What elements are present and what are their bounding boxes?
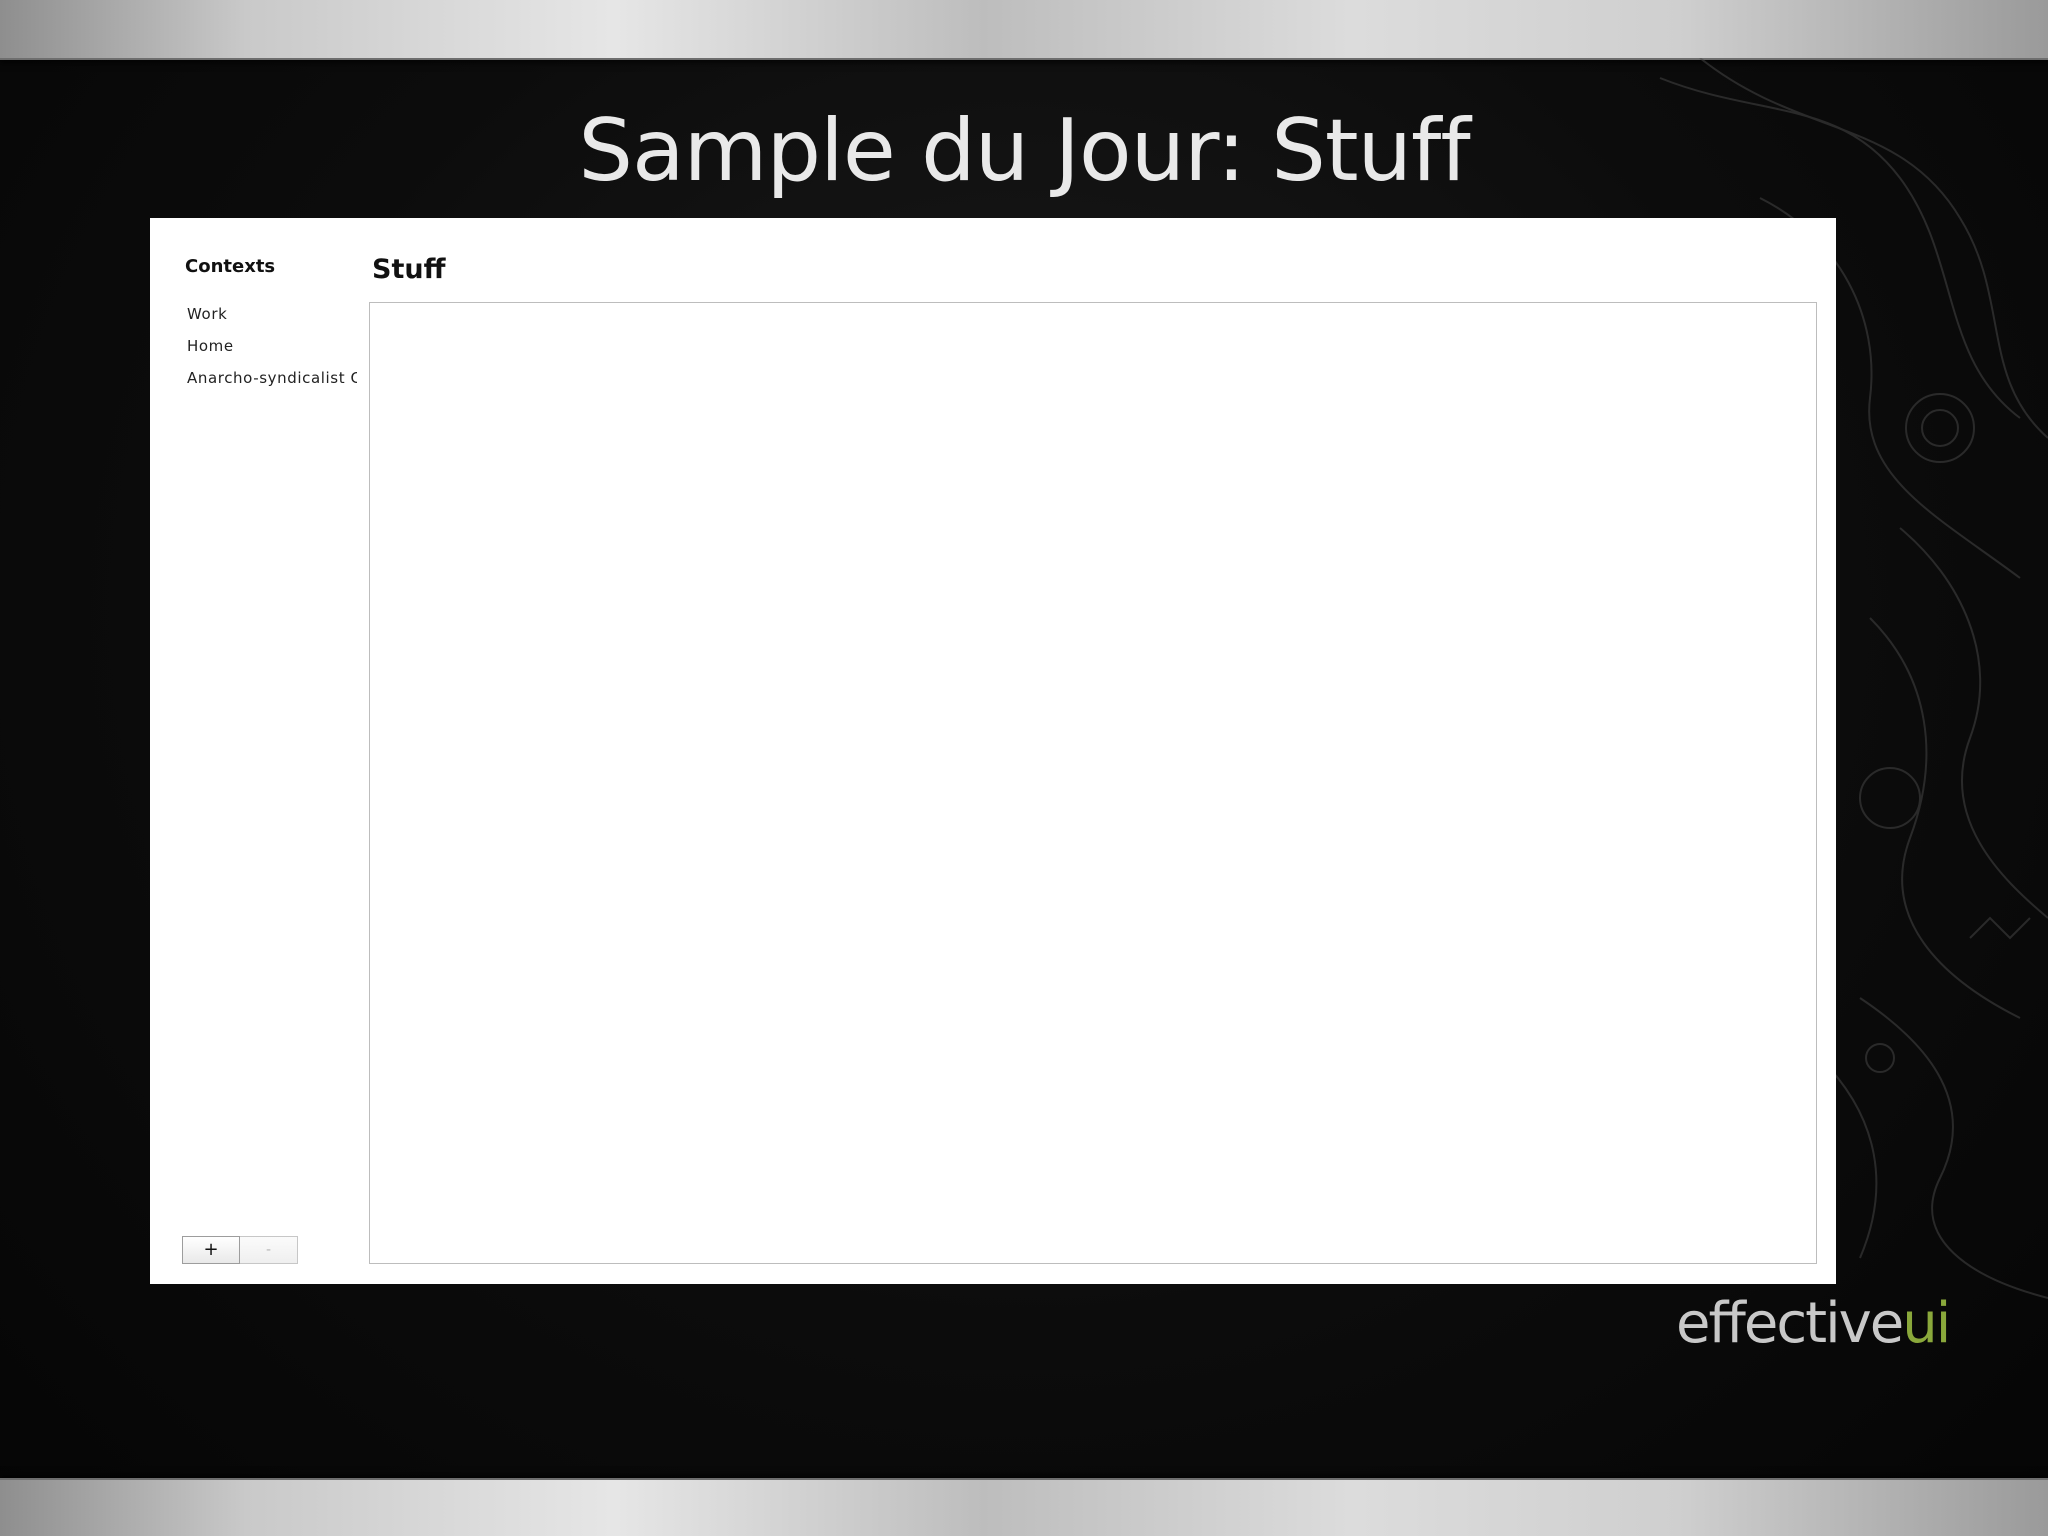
- context-list: Work Home Anarcho-syndicalist C: [187, 298, 357, 394]
- effectiveui-logo: effectiveui: [1676, 1284, 1951, 1364]
- contexts-sidebar: Contexts Work Home Anarcho-syndicalist C…: [150, 218, 358, 1284]
- brand-accent-text: ui: [1902, 1291, 1951, 1356]
- top-metal-frame: [0, 0, 2048, 60]
- remove-context-button[interactable]: -: [240, 1236, 298, 1264]
- context-item-home[interactable]: Home: [187, 330, 357, 362]
- context-item-anarcho-syndicalist[interactable]: Anarcho-syndicalist C: [187, 362, 357, 394]
- contexts-heading: Contexts: [185, 256, 276, 277]
- presentation-slide: Sample du Jour: Stuff Contexts Work Home…: [0, 0, 2048, 1536]
- bottom-metal-frame: [0, 1478, 2048, 1536]
- stuff-content-panel[interactable]: [369, 302, 1817, 1264]
- brand-text: effective: [1676, 1291, 1904, 1356]
- slide-title: Sample du Jour: Stuff: [578, 101, 1470, 201]
- context-item-work[interactable]: Work: [187, 298, 357, 330]
- app-window: Contexts Work Home Anarcho-syndicalist C…: [150, 218, 1836, 1284]
- stuff-title: Stuff: [372, 254, 446, 285]
- add-context-button[interactable]: +: [182, 1236, 240, 1264]
- context-button-group: + -: [182, 1236, 298, 1264]
